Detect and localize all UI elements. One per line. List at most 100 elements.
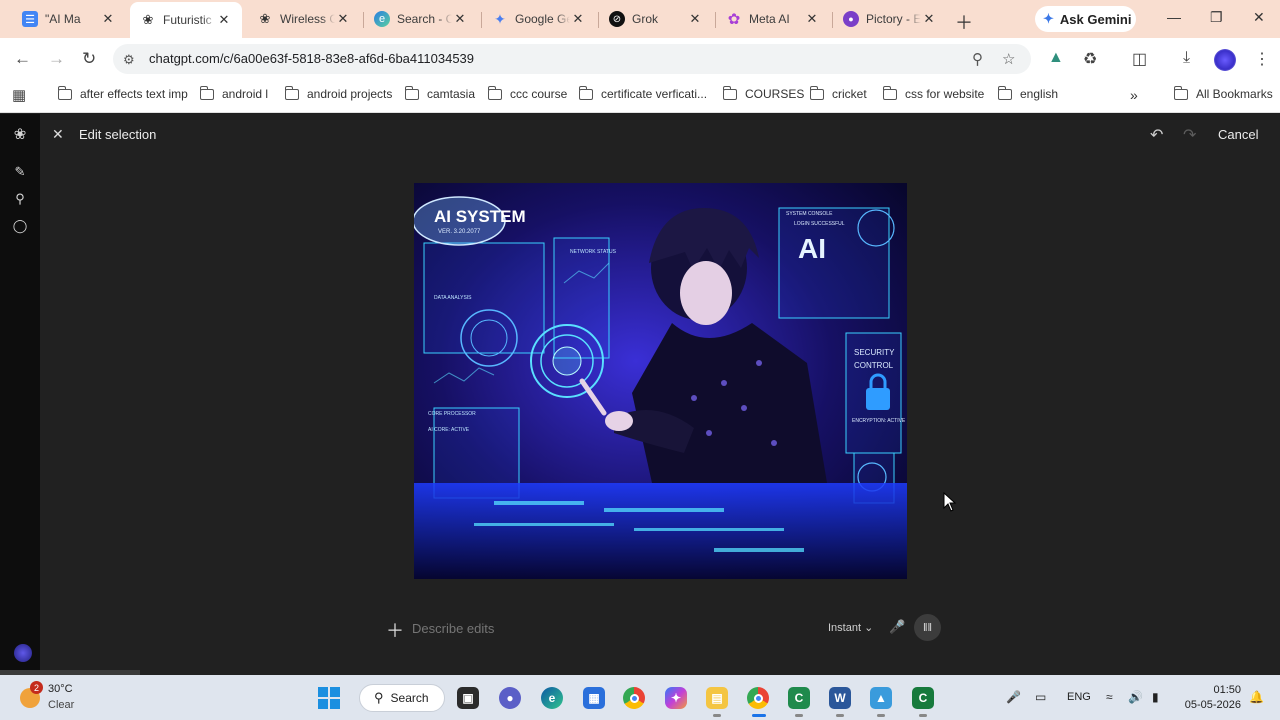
new-chat-icon[interactable]: ✎: [12, 164, 28, 180]
openai-logo-icon[interactable]: ❀: [12, 125, 28, 143]
tab-wireless[interactable]: ❀ Wireless G ✕: [247, 4, 361, 34]
close-icon[interactable]: ✕: [52, 126, 64, 143]
mode-label: Instant: [828, 622, 862, 634]
bookmark-folder[interactable]: after effects text imp: [57, 85, 188, 101]
temperature[interactable]: 30°C: [48, 683, 73, 695]
control-label: CONTROL: [854, 361, 894, 370]
tab-search-icon[interactable]: ◫: [1132, 49, 1147, 69]
ask-gemini-button[interactable]: ✦ Ask Gemini: [1035, 6, 1136, 32]
bookmark-folder[interactable]: COURSES: [722, 85, 804, 101]
tab-futuristic[interactable]: ❀ Futuristic ✕: [130, 2, 242, 38]
close-icon[interactable]: ✕: [335, 11, 351, 27]
tab-grok[interactable]: ⊘ Grok ✕: [599, 4, 713, 34]
close-icon[interactable]: ✕: [921, 11, 937, 27]
reload-icon[interactable]: ↻: [82, 49, 96, 69]
folder-icon: [284, 85, 299, 100]
forward-icon[interactable]: →: [48, 49, 65, 69]
bookmark-label: android l: [222, 87, 269, 101]
undo-icon[interactable]: ↶: [1150, 125, 1163, 145]
apps-grid-icon[interactable]: ▦: [12, 86, 26, 104]
edge-icon[interactable]: e: [541, 687, 563, 709]
url-text[interactable]: chatgpt.com/c/6a00e63f-5818-83e8-af6d-6b…: [149, 51, 474, 66]
bookmark-label: css for website: [905, 87, 985, 101]
close-icon[interactable]: ✕: [570, 11, 586, 27]
download-icon[interactable]: ⤓: [1183, 49, 1190, 67]
clock[interactable]: 01:50 05-05-2026: [1183, 683, 1241, 713]
language-indicator[interactable]: ENG: [1067, 691, 1091, 703]
menu-icon[interactable]: ⋮: [1254, 49, 1270, 69]
file-explorer-icon[interactable]: ▤: [706, 687, 728, 709]
battery-icon[interactable]: ▮: [1152, 690, 1159, 704]
tab-pictory[interactable]: ● Pictory - E ✕: [833, 4, 947, 34]
add-attachment-icon[interactable]: ＋: [386, 617, 404, 643]
generated-image[interactable]: AI SYSTEM VER. 3.20.2077 DATA ANALYSIS N…: [414, 183, 907, 579]
tab-title: Pictory - E: [866, 12, 921, 26]
camtasia-icon[interactable]: C: [788, 687, 810, 709]
chat-bubble-icon[interactable]: ◯: [12, 218, 28, 234]
taskbar-search[interactable]: ⚲ Search: [359, 684, 445, 712]
tab-meta-ai[interactable]: ✿ Meta AI ✕: [716, 4, 830, 34]
waveform-icon: ‖‖: [922, 621, 933, 634]
more-bookmarks-icon[interactable]: »: [1130, 87, 1138, 103]
restore-icon[interactable]: ❐: [1210, 9, 1223, 26]
close-icon[interactable]: ✕: [100, 11, 116, 27]
describe-edits-input[interactable]: [412, 620, 802, 636]
voice-mode-button[interactable]: ‖‖: [914, 614, 941, 641]
battery-saver-icon[interactable]: ▭: [1035, 690, 1046, 704]
bookmark-folder[interactable]: certificate verficati...: [578, 85, 707, 101]
encryption-label: ENCRYPTION: ACTIVE: [852, 418, 906, 424]
minimize-icon[interactable]: —: [1167, 9, 1181, 25]
notification-bell-icon[interactable]: 🔔: [1249, 690, 1264, 704]
camtasia-recorder-icon[interactable]: C: [912, 687, 934, 709]
search-icon[interactable]: ⚲: [12, 191, 28, 207]
bookmark-folder[interactable]: ccc course: [487, 85, 567, 101]
wifi-icon[interactable]: ≈: [1106, 690, 1113, 704]
chrome-icon[interactable]: [623, 687, 645, 709]
microphone-icon[interactable]: 🎤: [889, 619, 905, 635]
redo-icon[interactable]: ↷: [1183, 125, 1196, 145]
bookmark-folder[interactable]: english: [997, 85, 1058, 101]
photos-icon[interactable]: ▲: [870, 687, 892, 709]
microphone-tray-icon[interactable]: 🎤: [1006, 690, 1021, 704]
bookmark-folder[interactable]: camtasia: [404, 85, 475, 101]
cancel-button[interactable]: Cancel: [1218, 127, 1258, 142]
tab-ai-ma[interactable]: ☰ "AI Ma ✕: [12, 4, 126, 34]
extensions-icon[interactable]: ♻: [1083, 49, 1097, 69]
back-icon[interactable]: ←: [14, 49, 31, 69]
new-tab-icon[interactable]: ＋: [955, 9, 973, 35]
zoom-icon[interactable]: ⚲: [972, 50, 983, 68]
site-info-icon[interactable]: ⚙: [123, 52, 135, 68]
copilot-icon[interactable]: ✦: [665, 687, 687, 709]
close-icon[interactable]: ✕: [687, 11, 703, 27]
teams-icon[interactable]: ●: [499, 687, 521, 709]
ask-gemini-label: Ask Gemini: [1059, 11, 1132, 27]
start-icon[interactable]: [318, 687, 340, 709]
word-icon[interactable]: W: [829, 687, 851, 709]
weather-badge: 2: [30, 681, 43, 694]
tab-title: Grok: [632, 12, 659, 26]
close-window-icon[interactable]: ✕: [1253, 9, 1265, 26]
tab-search[interactable]: e Search - C ✕: [364, 4, 478, 34]
close-icon[interactable]: ✕: [216, 12, 232, 28]
volume-icon[interactable]: 🔊: [1128, 690, 1143, 704]
store-icon[interactable]: ▦: [583, 687, 605, 709]
bookmark-folder[interactable]: css for website: [882, 85, 985, 101]
bookmark-folder[interactable]: cricket: [809, 85, 867, 101]
login-status-label: LOGIN SUCCESSFUL: [794, 221, 845, 227]
all-bookmarks-folder[interactable]: All Bookmarks: [1173, 85, 1273, 101]
extension-app-icon[interactable]: ▲: [1048, 49, 1064, 67]
tab-google-gemini[interactable]: ✦ Google Ge ✕: [482, 4, 596, 34]
close-icon[interactable]: ✕: [804, 11, 820, 27]
tab-title: Meta AI: [749, 12, 790, 26]
bookmark-folder[interactable]: android l: [199, 85, 269, 101]
avatar[interactable]: [14, 644, 32, 662]
mouse-cursor-icon: [943, 492, 957, 512]
bookmark-folder[interactable]: android projects: [284, 85, 392, 101]
task-view-icon[interactable]: ▣: [457, 687, 479, 709]
close-icon[interactable]: ✕: [452, 11, 468, 27]
mode-selector[interactable]: Instant ⌄: [828, 621, 873, 634]
bookmark-star-icon[interactable]: ☆: [1002, 50, 1015, 68]
openai-icon: ❀: [142, 12, 154, 27]
profile-avatar[interactable]: [1214, 49, 1236, 71]
chrome-profile-icon[interactable]: [747, 687, 769, 709]
